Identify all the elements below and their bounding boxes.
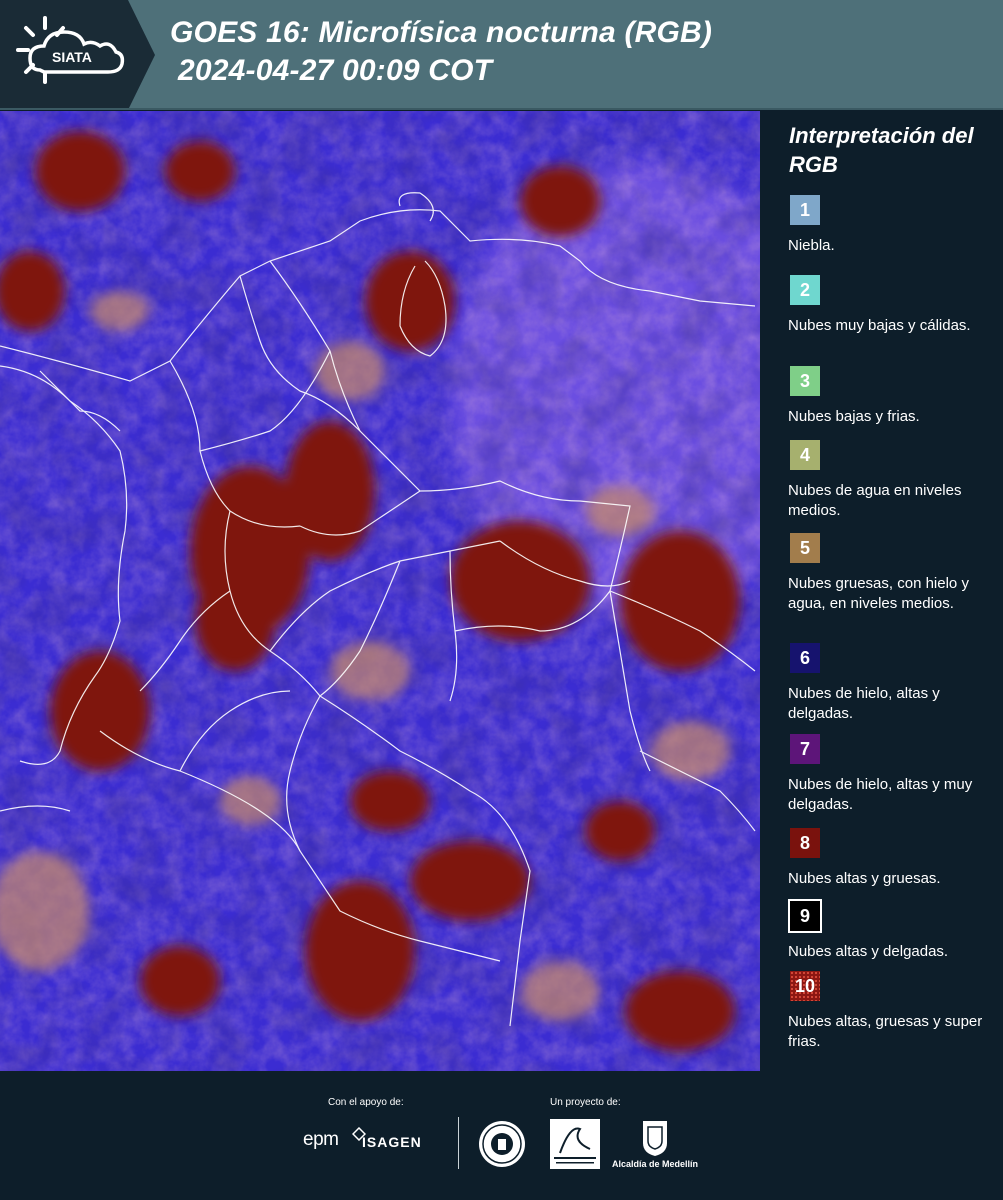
header-bar: SIATA GOES 16: Microfísica nocturna (RGB… <box>0 0 1003 110</box>
legend-item-3: 3 Nubes bajas y frias. <box>788 364 993 427</box>
legend-label-7: Nubes de hielo, altas y muy delgadas. <box>788 776 973 813</box>
epm-logo: epm <box>303 1129 339 1150</box>
legend-swatch-5: 5 <box>788 531 822 565</box>
legend-title: Interpretación del RGB <box>789 123 974 177</box>
legend-panel: Interpretación del RGB 1 Niebla. 2 Nubes… <box>760 111 1003 1071</box>
support-label: Con el apoyo de: <box>328 1097 404 1108</box>
legend-swatch-8: 8 <box>788 826 822 860</box>
satellite-map <box>0 111 760 1071</box>
legend-label-4: Nubes de agua en niveles medios. <box>788 482 962 519</box>
alcaldia-shield-icon <box>643 1121 667 1156</box>
legend-label-5: Nubes gruesas, con hielo y agua, en nive… <box>788 575 969 612</box>
legend-item-7: 7 Nubes de hielo, altas y muy delgadas. <box>788 732 993 815</box>
legend-swatch-1: 1 <box>788 193 822 227</box>
siata-logo: SIATA <box>0 0 160 110</box>
legend-label-8: Nubes altas y gruesas. <box>788 870 941 887</box>
isagen-logo: ISAGEN <box>362 1134 422 1150</box>
legend-swatch-10: 10 <box>788 969 822 1003</box>
legend-label-3: Nubes bajas y frias. <box>788 408 920 425</box>
legend-item-4: 4 Nubes de agua en niveles medios. <box>788 438 993 521</box>
page-title: GOES 16: Microfísica nocturna (RGB) 2024… <box>170 14 712 90</box>
legend-item-9: 9 Nubes altas y delgadas. <box>788 899 993 962</box>
legend-swatch-7: 7 <box>788 732 822 766</box>
legend-label-1: Niebla. <box>788 237 835 254</box>
area-metropolitana-logo <box>550 1119 600 1169</box>
legend-swatch-4: 4 <box>788 438 822 472</box>
legend-label-9: Nubes altas y delgadas. <box>788 943 949 960</box>
footer: Con el apoyo de: Un proyecto de: epm ISA… <box>0 1071 1003 1200</box>
legend-item-5: 5 Nubes gruesas, con hielo y agua, en ni… <box>788 531 993 614</box>
header-divider <box>0 108 1003 110</box>
legend-item-8: 8 Nubes altas y gruesas. <box>788 826 993 889</box>
legend-swatch-3: 3 <box>788 364 822 398</box>
footer-divider <box>458 1117 459 1169</box>
university-seal-icon <box>479 1121 525 1167</box>
legend-label-10: Nubes altas, gruesas y super frias. <box>788 1013 983 1050</box>
title-line-2: 2024-04-27 00:09 COT <box>178 54 493 87</box>
legend-label-2: Nubes muy bajas y cálidas. <box>788 317 971 334</box>
legend-item-2: 2 Nubes muy bajas y cálidas. <box>788 273 993 336</box>
project-label: Un proyecto de: <box>550 1097 621 1108</box>
legend-swatch-6: 6 <box>788 641 822 675</box>
legend-swatch-9: 9 <box>788 899 822 933</box>
legend-item-1: 1 Niebla. <box>788 193 993 256</box>
logo-text: SIATA <box>52 49 92 65</box>
legend-label-6: Nubes de hielo, altas y delgadas. <box>788 685 940 722</box>
alcaldia-label: Alcaldía de Medellín <box>612 1159 699 1169</box>
legend-swatch-2: 2 <box>788 273 822 307</box>
legend-item-6: 6 Nubes de hielo, altas y delgadas. <box>788 641 993 724</box>
title-line-1: GOES 16: Microfísica nocturna (RGB) <box>170 16 713 49</box>
legend-item-10: 10 Nubes altas, gruesas y super frias. <box>788 969 993 1052</box>
